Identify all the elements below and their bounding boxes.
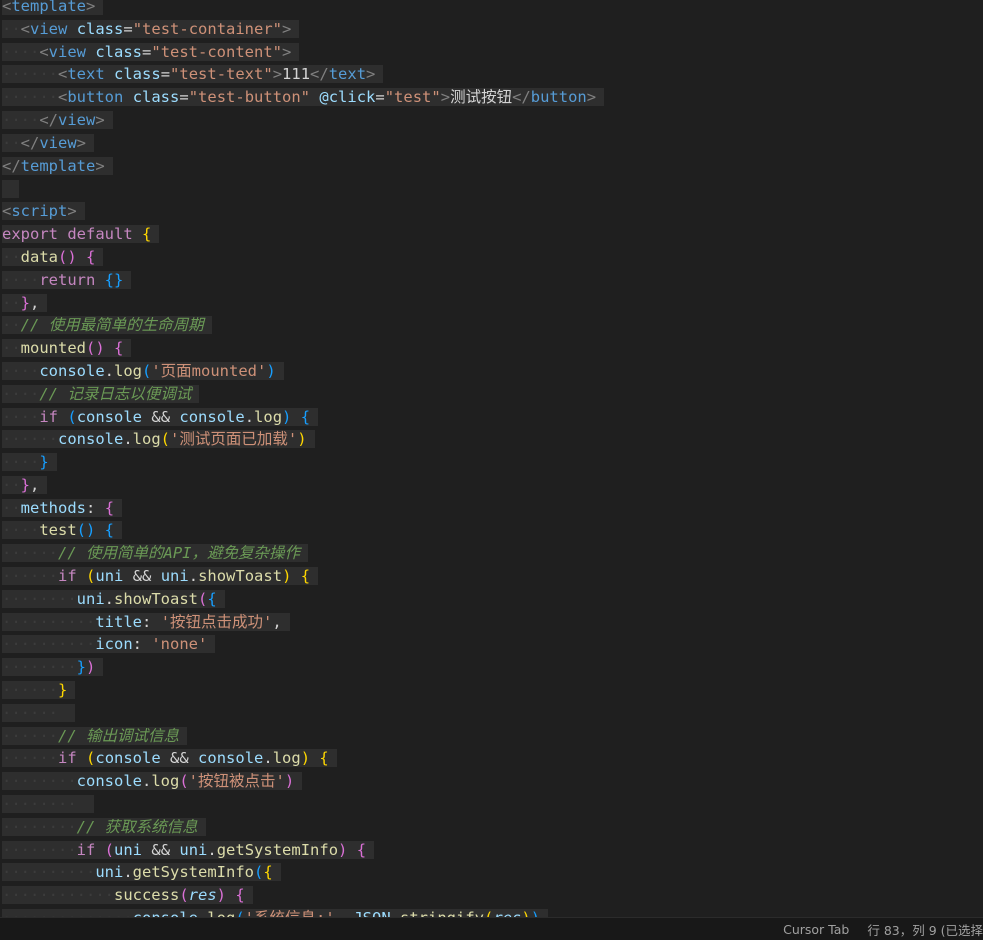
code-line: ····if (console && console.log) {	[2, 406, 319, 429]
code-line: ········uni.showToast({	[2, 588, 225, 611]
code-line: ····console.log('页面mounted')	[2, 360, 284, 383]
code-line: ········if (uni && uni.getSystemInfo) {	[2, 839, 375, 862]
code-editor[interactable]: <template> ··<view class="test-container…	[0, 0, 983, 917]
code-line: ············success(res) {	[2, 884, 253, 907]
status-bar: Cursor Tab 行 83，列 9 (已选择	[0, 917, 983, 940]
code-line: ··········icon: 'none'	[2, 633, 216, 656]
code-line	[2, 178, 20, 201]
code-line: ········})	[2, 656, 104, 679]
cursor-position[interactable]: 行 83，列 9 (已选择	[867, 920, 983, 939]
code-line: ····test() {	[2, 519, 123, 542]
code-line: ··data() {	[2, 246, 104, 269]
code-line: <template>	[2, 0, 104, 18]
code-line: ····return {}	[2, 269, 132, 292]
code-line: ··mounted() {	[2, 337, 132, 360]
code-line: export default {	[2, 223, 160, 246]
code-line: ········console.log('按钮被点击')	[2, 770, 303, 793]
code-line: ··</view>	[2, 132, 95, 155]
code-line: ······	[2, 702, 76, 725]
code-line: ··// 使用最简单的生命周期	[2, 314, 212, 337]
code-line: ····</view>	[2, 109, 113, 132]
code-line: <script>	[2, 200, 85, 223]
cursor-tab-status[interactable]: Cursor Tab	[783, 922, 849, 937]
code-line: ······}	[2, 679, 76, 702]
code-line: ··········uni.getSystemInfo({	[2, 861, 281, 884]
code-line: ······if (uni && uni.showToast) {	[2, 565, 319, 588]
code-line: ··<view class="test-container">	[2, 18, 300, 41]
code-line: ··},	[2, 292, 48, 315]
code-line: ······<button class="test-button" @click…	[2, 86, 605, 109]
code-line: ··methods: {	[2, 497, 123, 520]
code-line: ··········title: '按钮点击成功',	[2, 611, 290, 634]
code-line: </template>	[2, 155, 113, 178]
code-line: ······<text class="test-text">111</text>	[2, 63, 384, 86]
code-line: ··},	[2, 474, 48, 497]
code-line: ········// 获取系统信息	[2, 816, 206, 839]
code-line: ······// 输出调试信息	[2, 725, 187, 748]
code-line: ····// 记录日志以便调试	[2, 383, 200, 406]
code-line: ··············console.log('系统信息:', JSON.…	[2, 907, 549, 917]
code-line: ····}	[2, 451, 57, 474]
code-line: ······// 使用简单的API，避免复杂操作	[2, 542, 308, 565]
code-line: ······if (console && console.log) {	[2, 747, 337, 770]
code-line: ········	[2, 793, 94, 816]
code-line: ····<view class="test-content">	[2, 41, 300, 64]
code-line: ······console.log('测试页面已加载')	[2, 428, 315, 451]
